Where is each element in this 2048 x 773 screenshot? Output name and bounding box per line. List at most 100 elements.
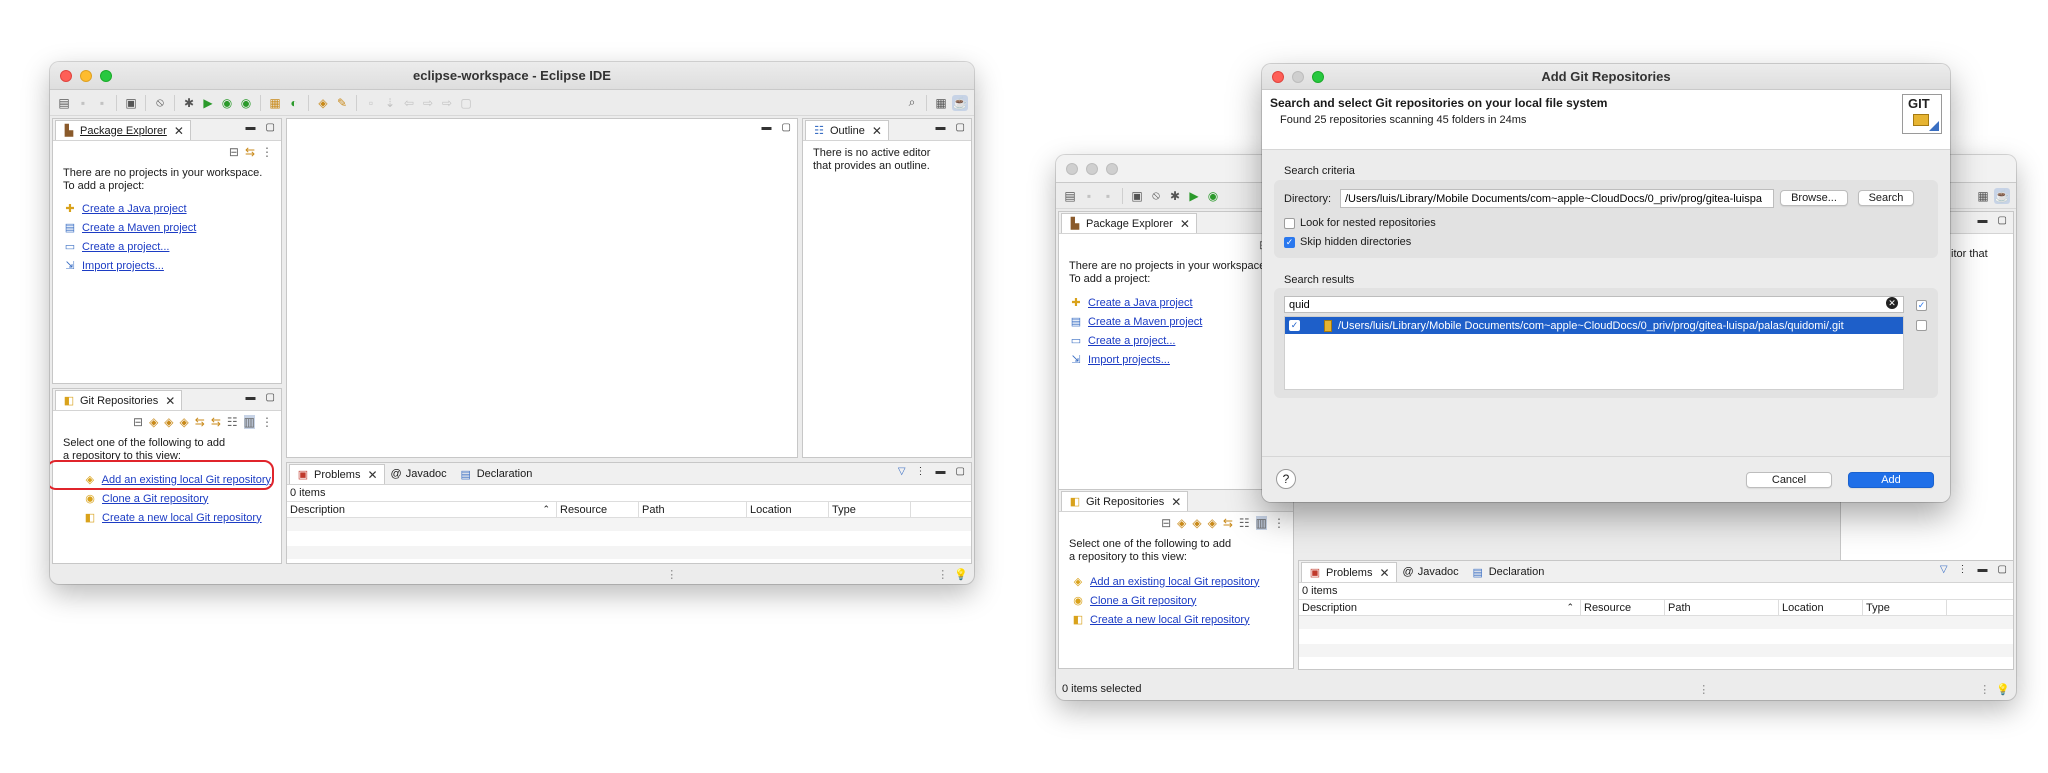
back-icon[interactable]: ⇦ xyxy=(401,95,417,111)
import-projects-link[interactable]: Import projects... xyxy=(82,260,164,273)
minimize-icon[interactable]: ▬ xyxy=(246,122,256,133)
layout-icon[interactable]: ☷ xyxy=(227,415,238,429)
maximize-icon[interactable]: ▢ xyxy=(1998,215,2007,226)
layout-icon[interactable]: ☷ xyxy=(1239,516,1250,530)
hidden-checkbox[interactable]: ✓ xyxy=(1284,236,1295,248)
maximize-icon[interactable]: ▢ xyxy=(266,392,275,403)
create-repo-link[interactable]: Create a new local Git repository xyxy=(102,512,262,524)
column-description[interactable]: Description ⌃ xyxy=(1299,600,1581,615)
zoom-window-button[interactable] xyxy=(100,70,112,82)
filter-input[interactable] xyxy=(1284,296,1904,313)
close-tab-icon[interactable]: ✕ xyxy=(165,394,175,408)
column-type[interactable]: Type xyxy=(1863,600,1947,615)
tab-problems[interactable]: ▣ Problems ✕ xyxy=(1301,562,1397,582)
column-location[interactable]: Location xyxy=(747,502,829,517)
clone-repo-icon[interactable]: ◈ xyxy=(1192,516,1201,530)
close-window-button[interactable] xyxy=(60,70,72,82)
minimize-icon[interactable]: ▬ xyxy=(762,122,772,133)
next-annotation-icon[interactable]: ⇣ xyxy=(382,95,398,111)
clone-repo-link[interactable]: Clone a Git repository xyxy=(1090,595,1196,607)
tab-git-repositories[interactable]: ◧ Git Repositories ✕ xyxy=(55,390,183,410)
coverage-icon[interactable]: ◉ xyxy=(219,95,235,111)
link-selection-icon[interactable]: ▥ xyxy=(243,415,255,429)
view-menu-icon[interactable]: ⋮ xyxy=(916,466,926,477)
open-perspective-icon[interactable]: ▦ xyxy=(1975,188,1991,204)
help-button[interactable]: ? xyxy=(1276,469,1296,489)
terminal-icon[interactable]: ▣ xyxy=(1129,188,1145,204)
minimize-window-button[interactable] xyxy=(80,70,92,82)
add-button[interactable]: Add xyxy=(1848,472,1934,488)
column-type[interactable]: Type xyxy=(829,502,911,517)
run-icon[interactable]: ▶ xyxy=(1186,188,1202,204)
create-java-project-link[interactable]: Create a Java project xyxy=(1088,297,1193,310)
search-tools-icon[interactable]: ✎ xyxy=(334,95,350,111)
new-package-icon[interactable]: ▦ xyxy=(267,95,283,111)
tip-icon[interactable]: 💡 xyxy=(1996,683,2010,696)
result-checkbox[interactable]: ✓ xyxy=(1289,320,1300,331)
link-icon[interactable]: ⇆ xyxy=(195,415,205,429)
refresh-icon[interactable]: ⇆ xyxy=(211,415,221,429)
java-perspective-icon[interactable]: ☕ xyxy=(1994,187,2010,204)
close-window-button[interactable] xyxy=(1066,163,1078,175)
column-description[interactable]: Description ⌃ xyxy=(287,502,557,517)
link-selection-icon[interactable]: ▥ xyxy=(1255,516,1267,530)
tab-javadoc[interactable]: @ Javadoc xyxy=(385,464,453,484)
result-row[interactable]: ✓ /Users/luis/Library/Mobile Documents/c… xyxy=(1285,317,1903,334)
new-icon[interactable]: ▤ xyxy=(1062,188,1078,204)
search-button[interactable]: Search xyxy=(1858,190,1914,206)
view-menu-icon[interactable]: ⋮ xyxy=(261,145,273,159)
view-menu-icon[interactable]: ⋮ xyxy=(261,415,273,429)
tab-package-explorer[interactable]: ▙ Package Explorer ✕ xyxy=(55,120,191,140)
maximize-icon[interactable]: ▢ xyxy=(1998,564,2007,575)
import-projects-link[interactable]: Import projects... xyxy=(1088,354,1170,367)
minimize-window-button[interactable] xyxy=(1086,163,1098,175)
column-resource[interactable]: Resource xyxy=(1581,600,1665,615)
save-all-icon[interactable]: ▪ xyxy=(94,95,110,111)
collapse-all-icon[interactable]: ⊟ xyxy=(229,145,239,159)
maximize-icon[interactable]: ▢ xyxy=(266,122,275,133)
create-maven-project-link[interactable]: Create a Maven project xyxy=(1088,316,1202,329)
pin-icon[interactable]: ⇨ xyxy=(439,95,455,111)
add-repo-icon[interactable]: ◈ xyxy=(149,415,158,429)
save-all-icon[interactable]: ▪ xyxy=(1100,188,1116,204)
view-menu-icon[interactable]: ⋮ xyxy=(1273,516,1285,530)
new-class-icon[interactable]: ◐ xyxy=(286,95,302,111)
tab-problems[interactable]: ▣ Problems ✕ xyxy=(289,464,385,484)
save-icon[interactable]: ▪ xyxy=(1081,188,1097,204)
filter-icon[interactable]: ▽ xyxy=(1940,564,1948,575)
close-tab-icon[interactable]: ✕ xyxy=(174,124,184,138)
tab-javadoc[interactable]: @ Javadoc xyxy=(1397,562,1465,582)
maximize-icon[interactable]: ▢ xyxy=(782,122,791,133)
tab-declaration[interactable]: ▤ Declaration xyxy=(1465,562,1551,582)
create-project-link[interactable]: Create a project... xyxy=(82,241,169,254)
maximize-icon[interactable]: ▢ xyxy=(956,466,965,477)
filter-icon[interactable]: ▽ xyxy=(898,466,906,477)
tab-git-repositories[interactable]: ◧ Git Repositories ✕ xyxy=(1061,491,1189,511)
deselect-all-icon[interactable] xyxy=(1916,320,1927,331)
maximize-icon[interactable]: ▢ xyxy=(956,122,965,133)
zoom-dialog-button[interactable] xyxy=(1312,71,1324,83)
select-all-icon[interactable]: ✓ xyxy=(1916,300,1927,311)
collapse-all-icon[interactable]: ⊟ xyxy=(133,415,143,429)
external-tools-icon[interactable]: ◉ xyxy=(238,95,254,111)
create-project-link[interactable]: Create a project... xyxy=(1088,335,1175,348)
debug-icon[interactable]: ✱ xyxy=(1167,188,1183,204)
minimize-icon[interactable]: ▬ xyxy=(936,122,946,133)
link-editor-icon[interactable]: ⇆ xyxy=(245,145,255,159)
save-icon[interactable]: ▪ xyxy=(75,95,91,111)
tab-declaration[interactable]: ▤ Declaration xyxy=(453,464,539,484)
add-repo-icon[interactable]: ◈ xyxy=(1177,516,1186,530)
column-path[interactable]: Path xyxy=(1665,600,1779,615)
annotation-icon[interactable]: ▫ xyxy=(363,95,379,111)
minimize-icon[interactable]: ▬ xyxy=(936,466,946,477)
close-dialog-button[interactable] xyxy=(1272,71,1284,83)
skip-breakpoints-icon[interactable]: ⦸ xyxy=(152,95,168,111)
open-perspective-icon[interactable]: ▦ xyxy=(933,95,949,111)
run-icon[interactable]: ▶ xyxy=(200,95,216,111)
minimize-icon[interactable]: ▬ xyxy=(246,392,256,403)
hidden-checkbox-row[interactable]: ✓ Skip hidden directories xyxy=(1284,236,1411,248)
create-repo-icon[interactable]: ◈ xyxy=(1208,516,1217,530)
forward-icon[interactable]: ⇨ xyxy=(420,95,436,111)
new-icon[interactable]: ▤ xyxy=(56,95,72,111)
close-tab-icon[interactable]: ✕ xyxy=(1180,217,1190,231)
